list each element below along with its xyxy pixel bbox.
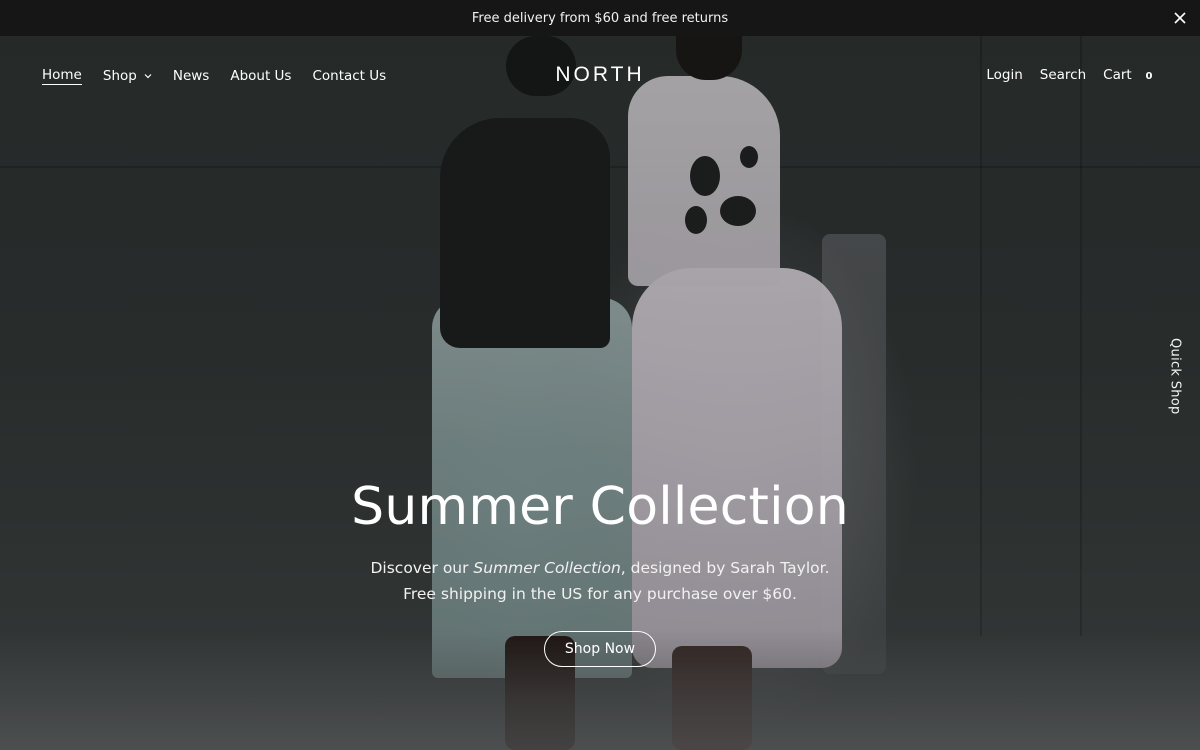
- hero-subtitle-emphasis: Summer Collection: [473, 559, 621, 577]
- cart-label: Cart: [1103, 67, 1132, 83]
- hero-subtitle-line2: Free shipping in the US for any purchase…: [403, 585, 797, 603]
- hero-content: Summer Collection Discover our Summer Co…: [0, 478, 1200, 607]
- cart-count-badge: 0: [1145, 71, 1153, 82]
- shop-now-button[interactable]: Shop Now: [544, 631, 656, 667]
- announcement-bar: Free delivery from $60 and free returns: [0, 0, 1200, 36]
- quick-shop-tab[interactable]: Quick Shop: [1162, 336, 1188, 416]
- search-link[interactable]: Search: [1040, 67, 1086, 83]
- cart-link[interactable]: Cart 0: [1103, 67, 1156, 84]
- login-link[interactable]: Login: [986, 67, 1022, 83]
- close-icon[interactable]: [1170, 8, 1190, 28]
- hero-title: Summer Collection: [351, 477, 849, 537]
- site-header: Home Shop News About Us Contact Us NORTH…: [0, 36, 1200, 116]
- header-actions: Login Search Cart 0: [969, 67, 1156, 84]
- announcement-text: Free delivery from $60 and free returns: [471, 10, 729, 26]
- hero-subtitle: Discover our Summer Collection, designed…: [370, 559, 830, 603]
- quick-shop-label: Quick Shop: [1167, 337, 1183, 415]
